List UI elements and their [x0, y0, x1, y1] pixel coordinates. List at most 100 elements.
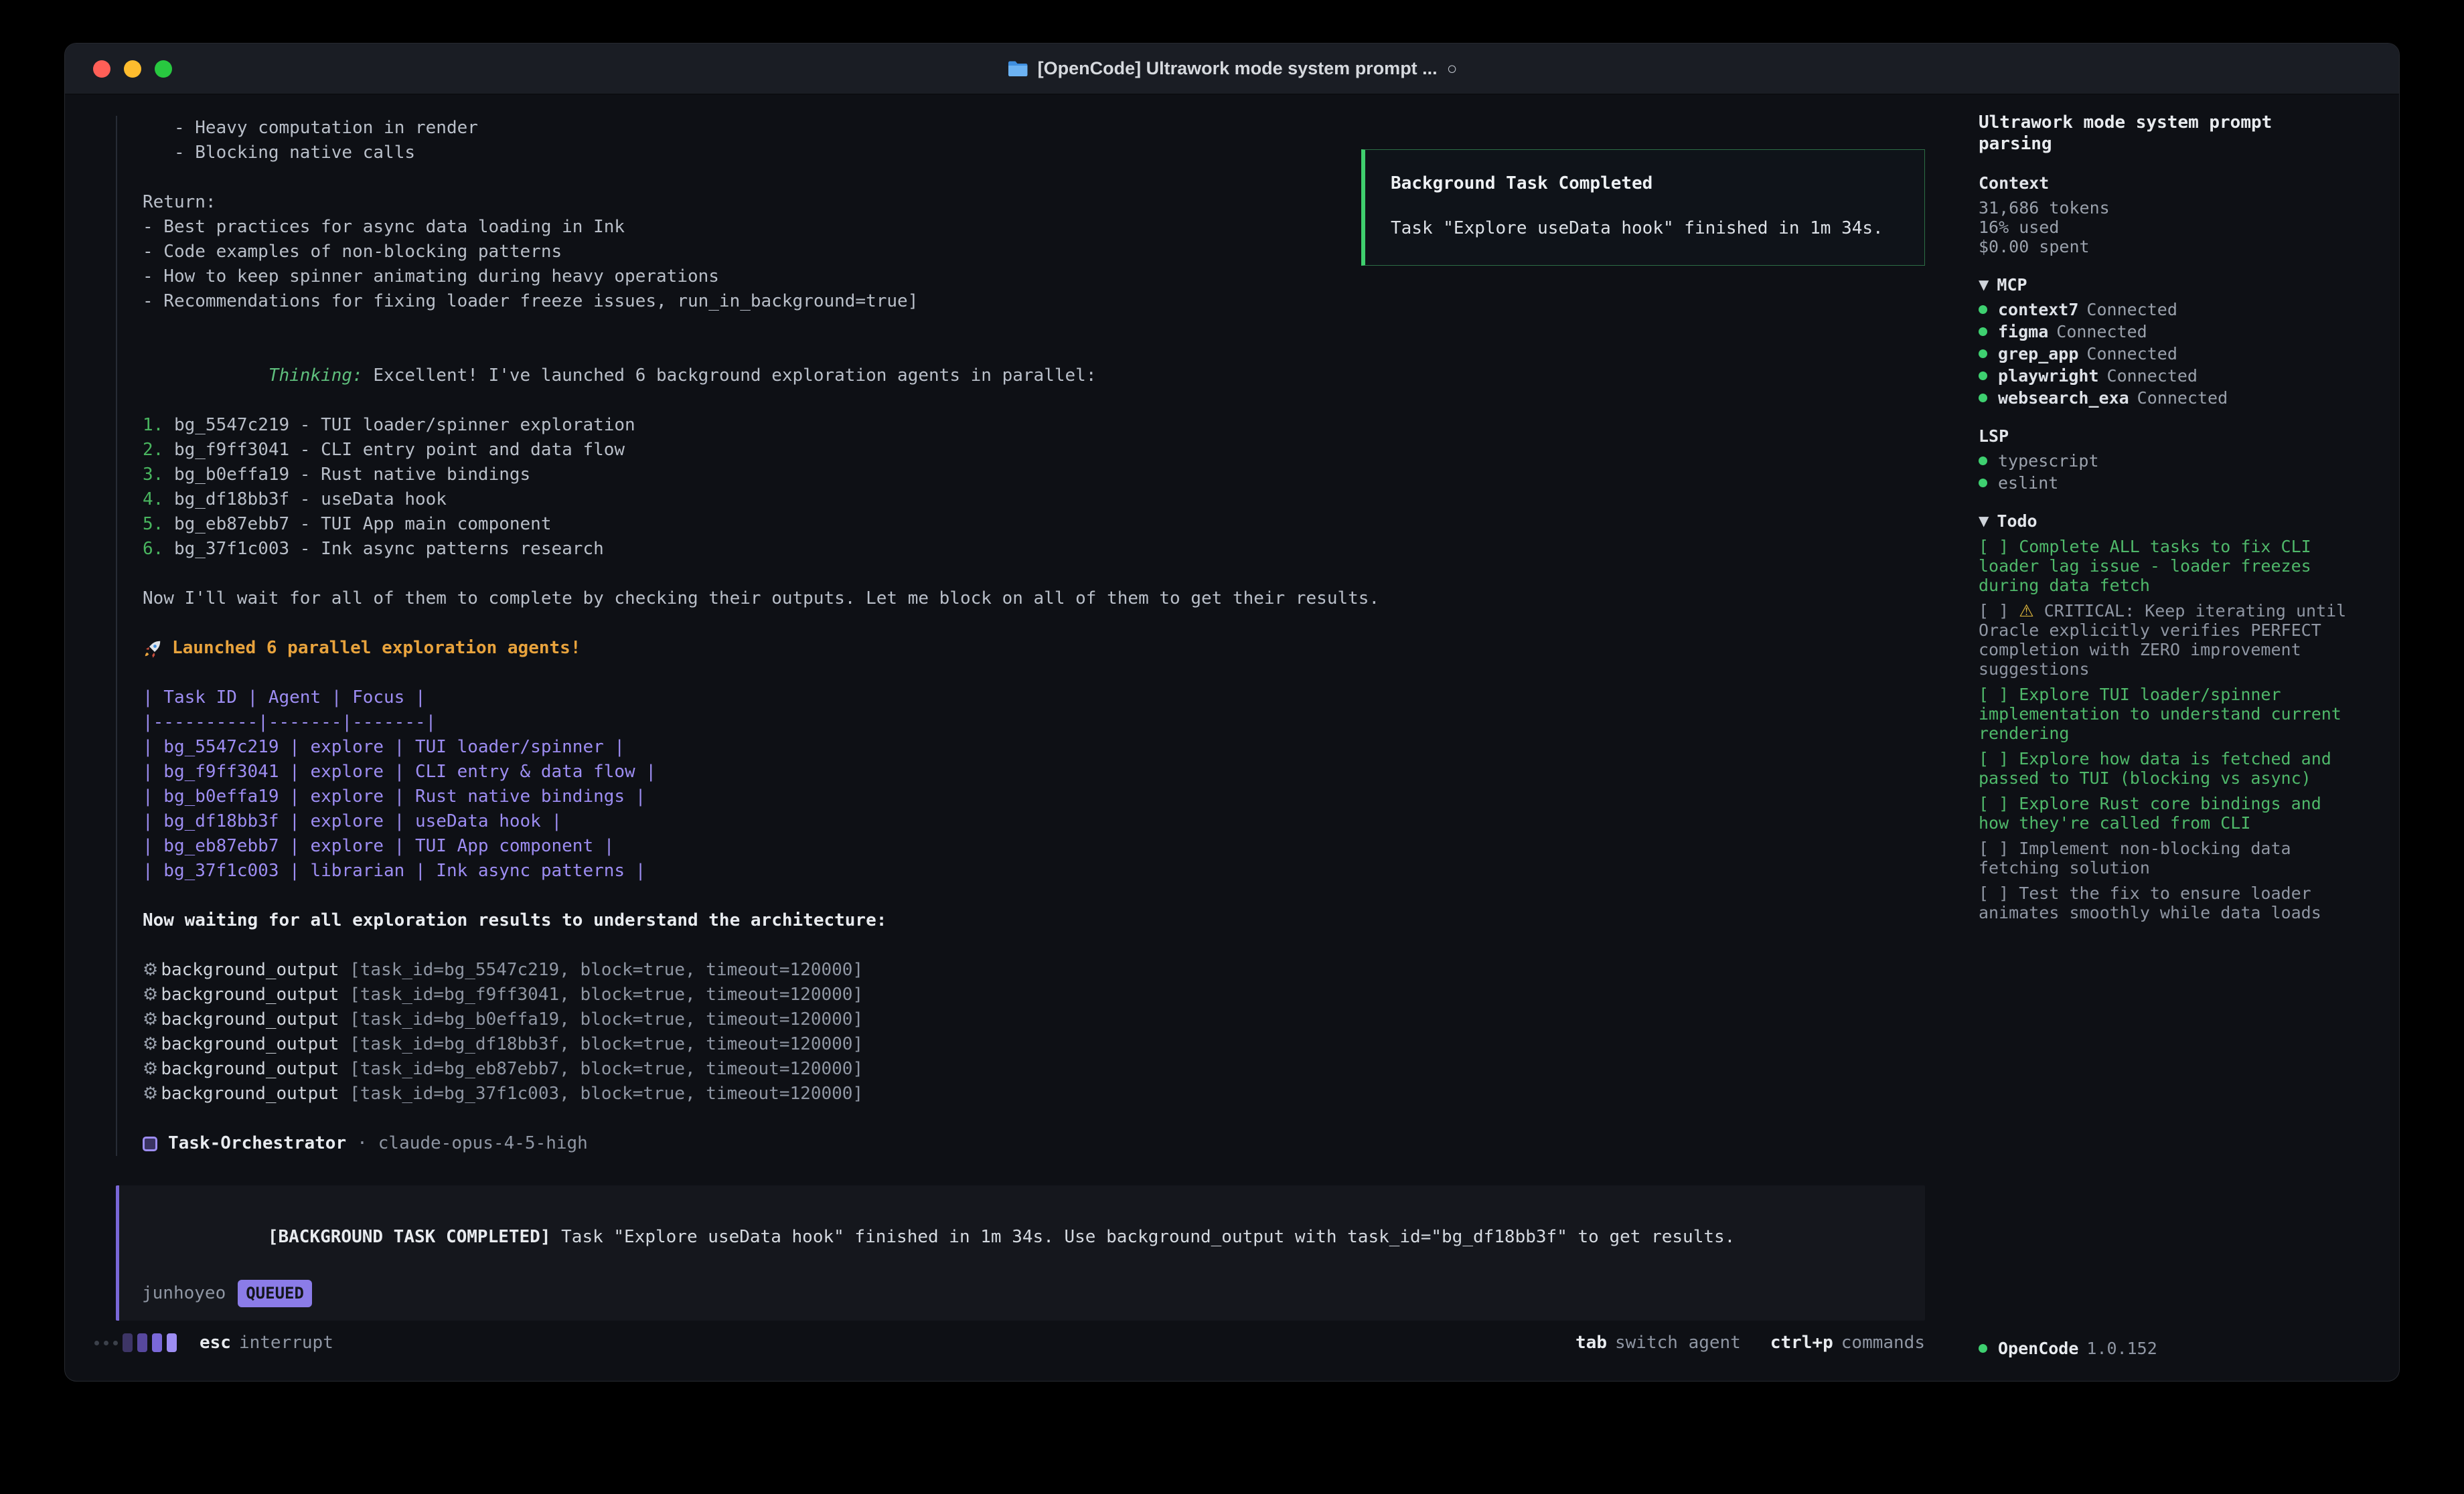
app-brand: OpenCode — [1998, 1339, 2078, 1358]
launch-banner: Launched 6 parallel exploration agents! — [143, 636, 1925, 661]
folder-icon — [1007, 60, 1028, 78]
lsp-heading: LSP — [1979, 426, 2354, 446]
waiting-line: Now waiting for all exploration results … — [143, 908, 1925, 933]
launch-banner-text: Launched 6 parallel exploration agents! — [172, 636, 581, 661]
gear-icon: ⚙ — [143, 985, 158, 1005]
tool-calls: ⚙background_output [task_id=bg_5547c219,… — [143, 958, 1925, 1106]
agent-list-number: 2. — [143, 440, 163, 460]
window-controls — [65, 60, 172, 78]
context-heading: Context — [1979, 173, 2354, 193]
toast-notification[interactable]: Background Task Completed Task "Explore … — [1361, 149, 1925, 266]
message-line: - How to keep spinner animating during h… — [143, 264, 1925, 289]
lsp-name: eslint — [1998, 473, 2058, 493]
status-dot — [1979, 1344, 1987, 1353]
tool-name: background_output — [161, 1034, 350, 1054]
agent-list-item: 4. bg_df18bb3f - useData hook — [143, 487, 1925, 512]
tool-args: [task_id=bg_f9ff3041, block=true, timeou… — [350, 985, 863, 1005]
gear-icon: ⚙ — [143, 1034, 158, 1054]
tool-name: background_output — [161, 1084, 350, 1104]
mcp-name: figma — [1998, 322, 2048, 341]
lsp-list: typescripteslint — [1979, 451, 2354, 493]
sidebar: Ultrawork mode system prompt parsing Con… — [1938, 94, 2399, 1381]
spinner-block — [123, 1333, 133, 1352]
background-task-text: [BACKGROUND TASK COMPLETED] Task "Explor… — [142, 1200, 1902, 1274]
minimize-button[interactable] — [124, 60, 141, 78]
agent-list-item: 3. bg_b0effa19 - Rust native bindings — [143, 463, 1925, 487]
mcp-item: playwrightConnected — [1979, 366, 2354, 386]
context-section: Context 31,686 tokens16% used$0.00 spent — [1979, 173, 2354, 256]
todo-item: [ ] Complete ALL tasks to fix CLI loader… — [1979, 537, 2354, 595]
lsp-section: LSP typescripteslint — [1979, 426, 2354, 493]
working-spinner — [94, 1333, 177, 1352]
status-dot — [1979, 327, 1987, 336]
message-line: - Recommendations for fixing loader free… — [143, 289, 1925, 314]
spinner-dot — [94, 1341, 99, 1345]
background-task-message: [BACKGROUND TASK COMPLETED] Task "Explor… — [116, 1185, 1925, 1321]
mcp-heading[interactable]: ▼ MCP — [1979, 275, 2354, 295]
username: junhoyeo — [142, 1281, 226, 1306]
mcp-section: ▼ MCP context7 Connected figmaConnected gre… — [1979, 275, 2354, 408]
agent-list-number: 5. — [143, 514, 163, 534]
agent-list-number: 4. — [143, 489, 163, 509]
zoom-button[interactable] — [155, 60, 172, 78]
tool-args: [task_id=bg_37f1c003, block=true, timeou… — [350, 1084, 863, 1104]
todo-list: [ ] Complete ALL tasks to fix CLI loader… — [1979, 537, 2354, 922]
tool-name: background_output — [161, 985, 350, 1005]
app-version: 1.0.152 — [2086, 1339, 2157, 1358]
tool-name: background_output — [161, 1009, 350, 1029]
tab-key-label: switch agent — [1615, 1333, 1741, 1353]
context-line: 16% used — [1979, 218, 2354, 237]
chevron-down-icon: ▼ — [1979, 511, 1989, 531]
gear-icon: ⚙ — [143, 1084, 158, 1104]
todo-item: [ ] Explore how data is fetched and pass… — [1979, 749, 2354, 788]
table-line: | bg_5547c219 | explore | TUI loader/spi… — [143, 735, 1925, 760]
statusbar: esc interrupt tab switch agent ctrl+p co… — [94, 1322, 1925, 1381]
tool-call: ⚙background_output [task_id=bg_df18bb3f,… — [143, 1032, 1925, 1057]
terminal-window: [OpenCode] Ultrawork mode system prompt … — [64, 43, 2400, 1382]
agent-list-number: 3. — [143, 465, 163, 485]
agent-list-number: 6. — [143, 539, 163, 559]
tool-args: [task_id=bg_df18bb3f, block=true, timeou… — [350, 1034, 863, 1054]
spinner-block — [167, 1333, 177, 1352]
mcp-name: context7 — [1998, 300, 2078, 319]
context-line: 31,686 tokens — [1979, 198, 2354, 218]
status-dot — [1979, 456, 1987, 465]
mcp-item: grep_appConnected — [1979, 344, 2354, 363]
mcp-item: figmaConnected — [1979, 322, 2354, 341]
thinking-label: Thinking: — [268, 365, 363, 386]
status-dot — [1979, 349, 1987, 358]
message-line: - Heavy computation in render — [143, 116, 1925, 141]
context-line: $0.00 spent — [1979, 237, 2354, 256]
table-line: | bg_f9ff3041 | explore | CLI entry & da… — [143, 760, 1925, 784]
thinking-line: Thinking: Excellent! I've launched 6 bac… — [143, 339, 1925, 413]
status-dot — [1979, 479, 1987, 487]
todo-item: [ ] ⚠ CRITICAL: Keep iterating until Ora… — [1979, 601, 2354, 679]
close-button[interactable] — [93, 60, 110, 78]
mcp-heading-label: MCP — [1997, 275, 2027, 295]
agent-list-item: 2. bg_f9ff3041 - CLI entry point and dat… — [143, 438, 1925, 463]
chevron-down-icon: ▼ — [1979, 275, 1989, 295]
chat-main: - Heavy computation in render - Blocking… — [65, 94, 1938, 1381]
tool-call: ⚙background_output [task_id=bg_eb87ebb7,… — [143, 1057, 1925, 1082]
mcp-status: Connected — [2086, 300, 2177, 319]
table-line: | Task ID | Agent | Focus | — [143, 685, 1925, 710]
toast-title: Background Task Completed — [1391, 171, 1899, 196]
tool-call: ⚙background_output [task_id=bg_5547c219,… — [143, 958, 1925, 983]
todo-heading[interactable]: ▼ Todo — [1979, 511, 2354, 531]
tool-name: background_output — [161, 960, 350, 980]
toast-body: Task "Explore useData hook" finished in … — [1391, 216, 1899, 241]
todo-item: [ ] Explore TUI loader/spinner implement… — [1979, 685, 2354, 743]
conversation-scroll[interactable]: - Heavy computation in render - Blocking… — [94, 106, 1925, 1322]
mcp-list: context7 Connected figmaConnected grep_appC… — [1979, 300, 2354, 408]
spinner-dot — [113, 1341, 118, 1345]
spinner-block — [152, 1333, 162, 1352]
lsp-item: typescript — [1979, 451, 2354, 471]
spinner-dot — [104, 1341, 108, 1345]
gear-icon: ⚙ — [143, 960, 158, 980]
mcp-name: playwright — [1998, 366, 2099, 386]
agent-list-item: 1. bg_5547c219 - TUI loader/spinner expl… — [143, 413, 1925, 438]
background-task-meta: junhoyeo QUEUED — [142, 1280, 1902, 1307]
tool-args: [task_id=bg_5547c219, block=true, timeou… — [350, 960, 863, 980]
rocket-icon — [143, 639, 163, 659]
window-title: [OpenCode] Ultrawork mode system prompt … — [65, 58, 2399, 79]
